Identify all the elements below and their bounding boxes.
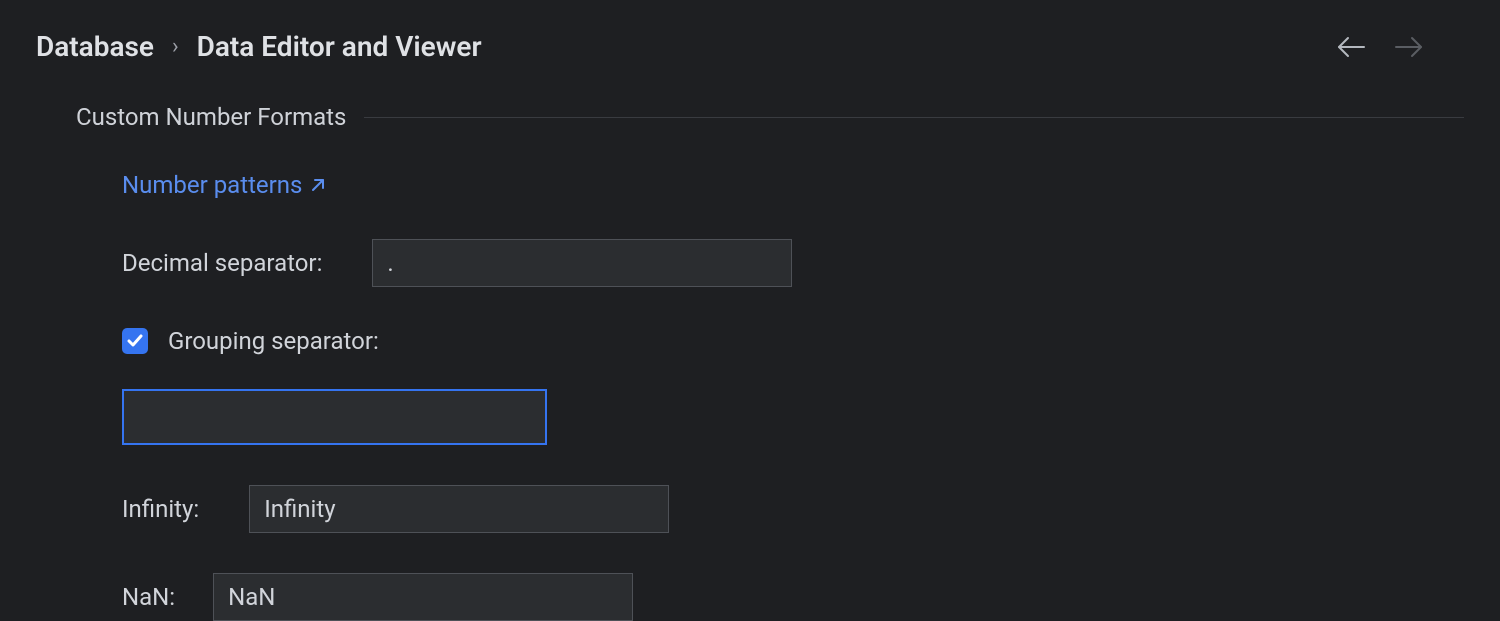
nan-label: NaN: [122,583,175,611]
nav-arrows [1336,35,1464,59]
infinity-label: Infinity: [122,495,199,523]
external-link-icon [310,177,326,193]
section-body: Number patterns Decimal separator: Group… [76,131,1464,621]
link-label: Number patterns [122,171,302,199]
grouping-separator-checkbox[interactable] [122,328,148,354]
grouping-separator-input[interactable] [122,389,547,445]
header: Database › Data Editor and Viewer [0,0,1500,63]
grouping-separator-label: Grouping separator: [168,327,379,355]
decimal-separator-input[interactable] [372,239,792,287]
breadcrumb-root[interactable]: Database [36,30,154,63]
grouping-separator-row: Grouping separator: [122,327,1464,355]
decimal-separator-row: Decimal separator: [122,239,1464,287]
decimal-separator-label: Decimal separator: [122,249,322,277]
back-arrow-icon[interactable] [1336,35,1366,59]
forward-arrow-icon [1394,35,1424,59]
infinity-input[interactable] [249,485,669,533]
nan-input[interactable] [213,573,633,621]
number-patterns-link[interactable]: Number patterns [122,171,326,199]
section-divider [364,117,1464,118]
breadcrumb-current[interactable]: Data Editor and Viewer [197,30,482,63]
section-title: Custom Number Formats [76,103,346,131]
content: Custom Number Formats Number patterns De… [0,63,1500,621]
breadcrumb-separator: › [172,34,179,59]
nan-row: NaN: [122,573,1464,621]
section-header: Custom Number Formats [76,103,1464,131]
infinity-row: Infinity: [122,485,1464,533]
breadcrumb: Database › Data Editor and Viewer [36,30,482,63]
